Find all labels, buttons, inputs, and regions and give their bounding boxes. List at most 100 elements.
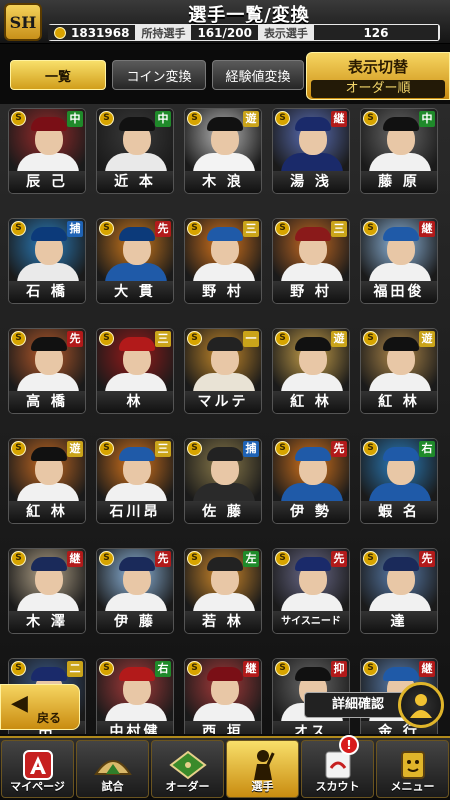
position-badge: 継 bbox=[67, 551, 83, 567]
player-card[interactable]: S 右蝦 名 bbox=[360, 438, 438, 524]
nav-item-label: マイページ bbox=[10, 780, 65, 793]
player-card[interactable]: S 先高 橋 bbox=[8, 328, 86, 414]
position-badge: 三 bbox=[331, 221, 347, 237]
coin-convertible-icon: S bbox=[187, 441, 202, 456]
sort-order-label: オーダー順 bbox=[311, 80, 445, 98]
player-card[interactable]: S 継西 垣 bbox=[184, 658, 262, 734]
nav-item-scout[interactable]: スカウト! bbox=[301, 735, 374, 798]
player-card[interactable]: S 中辰 己 bbox=[8, 108, 86, 194]
position-badge: 左 bbox=[243, 551, 259, 567]
player-card[interactable]: S 先サイスニード bbox=[272, 548, 350, 634]
player-name: 紅 林 bbox=[9, 501, 85, 523]
coin-convertible-icon: S bbox=[187, 111, 202, 126]
position-badge: 先 bbox=[67, 331, 83, 347]
player-card[interactable]: S 中近 本 bbox=[96, 108, 174, 194]
player-card[interactable]: S 遊紅 林 bbox=[360, 328, 438, 414]
coin-convertible-icon: S bbox=[275, 111, 290, 126]
position-badge: 二 bbox=[67, 661, 83, 677]
player-name: 野 村 bbox=[273, 281, 349, 303]
tab-list[interactable]: 一覧 bbox=[10, 60, 106, 90]
player-card[interactable]: S 遊紅 林 bbox=[272, 328, 350, 414]
position-badge: 先 bbox=[155, 551, 171, 567]
nav-item-menu[interactable]: メニュー bbox=[376, 740, 449, 798]
header-bar: SH 選手一覧/変換 1831968 所持選手 161/200 表示選手 126 bbox=[0, 0, 450, 44]
coin-convertible-icon: S bbox=[275, 331, 290, 346]
player-name: 石川昂 bbox=[97, 501, 173, 523]
coin-convertible-icon: S bbox=[99, 221, 114, 236]
player-card[interactable]: S 先伊 藤 bbox=[96, 548, 174, 634]
player-card[interactable]: S 先伊 勢 bbox=[272, 438, 350, 524]
detail-check-button[interactable]: 詳細確認 bbox=[304, 682, 444, 728]
player-name: 辰 己 bbox=[9, 171, 85, 193]
player-card[interactable]: S 右中村健 bbox=[96, 658, 174, 734]
player-card[interactable]: S 捕石 橋 bbox=[8, 218, 86, 304]
player-card[interactable]: S 左若 林 bbox=[184, 548, 262, 634]
position-badge: 中 bbox=[67, 111, 83, 127]
back-arrow-icon: ◀ bbox=[11, 691, 28, 716]
position-badge: 先 bbox=[419, 551, 435, 567]
player-card[interactable]: S 継湯 浅 bbox=[272, 108, 350, 194]
display-switch-title: 表示切替 bbox=[347, 58, 408, 76]
coin-balance: 1831968 bbox=[48, 25, 136, 40]
coin-convertible-icon: S bbox=[275, 441, 290, 456]
coin-convertible-icon: S bbox=[275, 221, 290, 236]
player-card[interactable]: S 先達 bbox=[360, 548, 438, 634]
position-badge: 右 bbox=[419, 441, 435, 457]
player-card[interactable]: S 先大 貫 bbox=[96, 218, 174, 304]
player-card[interactable]: S 継木 澤 bbox=[8, 548, 86, 634]
player-card[interactable]: S 三石川昂 bbox=[96, 438, 174, 524]
player-name: 高 橋 bbox=[9, 391, 85, 413]
nav-item-order[interactable]: オーダー bbox=[151, 740, 224, 798]
player-name: 西 垣 bbox=[185, 721, 261, 734]
position-badge: 右 bbox=[155, 661, 171, 677]
player-card[interactable]: S 遊木 浪 bbox=[184, 108, 262, 194]
player-card[interactable]: S 三林 bbox=[96, 328, 174, 414]
position-badge: 一 bbox=[243, 331, 259, 347]
player-card-grid: S中辰 己S中近 本S遊木 浪S継湯 浅S中藤 原S捕石 橋S先大 貫S三野 村… bbox=[0, 104, 450, 734]
player-card[interactable]: S 遊紅 林 bbox=[8, 438, 86, 524]
coin-convertible-icon: S bbox=[363, 441, 378, 456]
tab-exp-convert[interactable]: 経験値変換 bbox=[212, 60, 304, 90]
player-card[interactable]: S 中藤 原 bbox=[360, 108, 438, 194]
coin-convertible-icon: S bbox=[275, 551, 290, 566]
player-card[interactable]: S 捕佐 藤 bbox=[184, 438, 262, 524]
player-name: 木 浪 bbox=[185, 171, 261, 193]
player-name: 紅 林 bbox=[273, 391, 349, 413]
coin-convertible-icon: S bbox=[187, 551, 202, 566]
nav-item-stadium[interactable]: 試合 bbox=[76, 740, 149, 798]
position-badge: 三 bbox=[243, 221, 259, 237]
detail-check-label: 詳細確認 bbox=[304, 692, 412, 718]
player-name: 大 貫 bbox=[97, 281, 173, 303]
position-badge: 継 bbox=[331, 111, 347, 127]
tab-coin-convert[interactable]: コイン変換 bbox=[112, 60, 206, 90]
player-card[interactable]: S 一マルテ bbox=[184, 328, 262, 414]
coin-convertible-icon: S bbox=[99, 111, 114, 126]
coin-convertible-icon: S bbox=[99, 661, 114, 676]
position-badge: 先 bbox=[155, 221, 171, 237]
position-badge: 三 bbox=[155, 331, 171, 347]
player-card[interactable]: S 継福田俊 bbox=[360, 218, 438, 304]
display-switch-button[interactable]: 表示切替 オーダー順 bbox=[306, 52, 450, 100]
coin-convertible-icon: S bbox=[11, 331, 26, 346]
nav-item-label: 試合 bbox=[101, 780, 124, 793]
nav-item-label: 選手 bbox=[251, 780, 274, 793]
back-button[interactable]: ◀ 戻る bbox=[0, 684, 80, 730]
nav-item-label: スカウト bbox=[315, 780, 360, 793]
player-name: 藤 原 bbox=[361, 171, 437, 193]
position-badge: 遊 bbox=[331, 331, 347, 347]
bottom-navigation: マイページ 試合 オーダー 選手 スカウト! メニュー bbox=[0, 735, 450, 800]
player-card[interactable]: S 三野 村 bbox=[272, 218, 350, 304]
player-name: 伊 勢 bbox=[273, 501, 349, 523]
nav-item-label: オーダー bbox=[165, 780, 210, 793]
player-name: 林 bbox=[97, 391, 173, 413]
position-badge: 先 bbox=[331, 441, 347, 457]
coin-convertible-icon: S bbox=[187, 661, 202, 676]
position-badge: 捕 bbox=[67, 221, 83, 237]
nav-item-mypage[interactable]: マイページ bbox=[1, 740, 74, 798]
player-name: 達 bbox=[361, 611, 437, 633]
player-card[interactable]: S 三野 村 bbox=[184, 218, 262, 304]
nav-item-player[interactable]: 選手 bbox=[226, 740, 299, 798]
player-name: 木 澤 bbox=[9, 611, 85, 633]
position-badge: 捕 bbox=[243, 441, 259, 457]
coin-convertible-icon: S bbox=[187, 221, 202, 236]
